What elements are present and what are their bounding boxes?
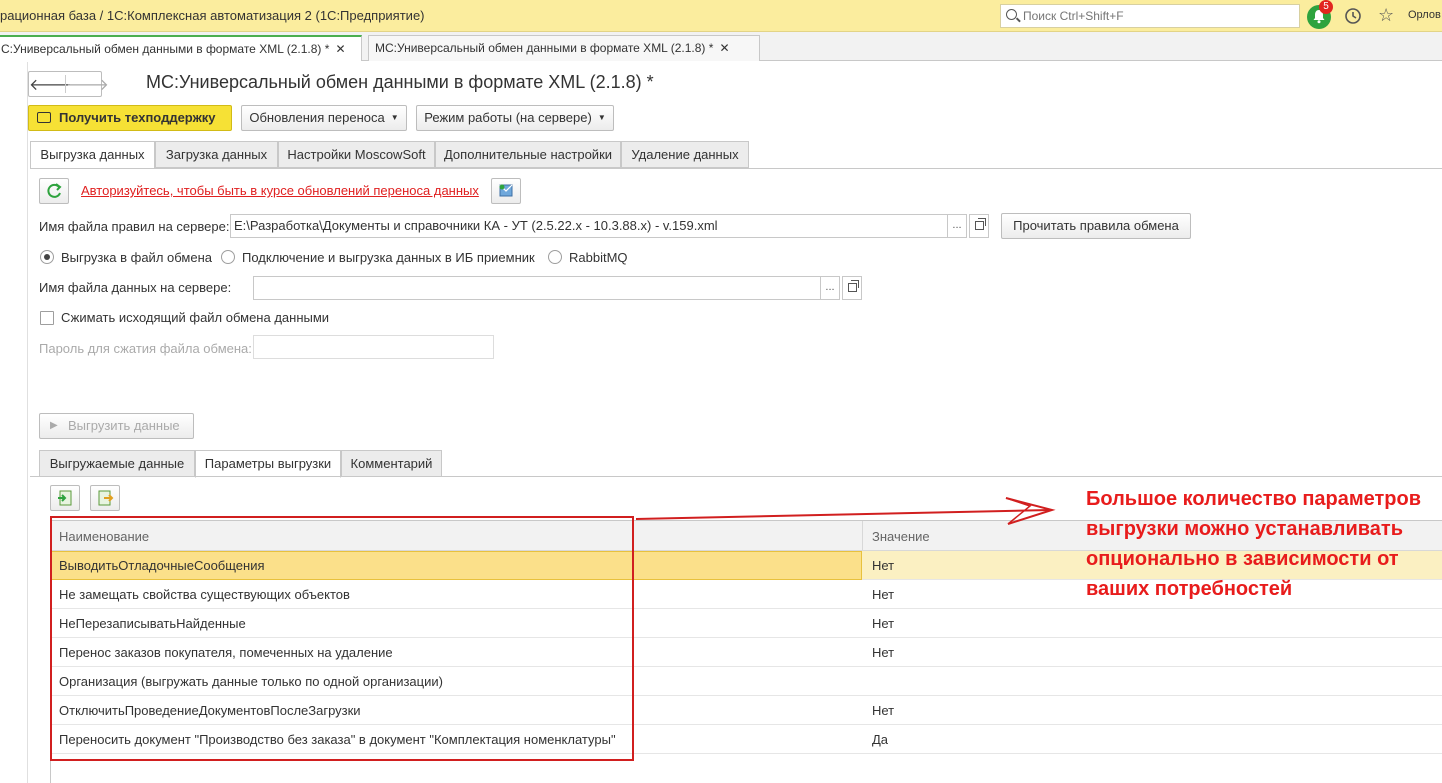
tabs-underline: [30, 168, 1442, 169]
import-icon: [58, 490, 72, 506]
row-name: ОтключитьПроведениеДокументовПослеЗагруз…: [59, 703, 361, 718]
column-header-value[interactable]: Значение: [872, 529, 930, 544]
table-row[interactable]: Перенос заказов покупателя, помеченных н…: [51, 638, 1442, 667]
tab-exported-data[interactable]: Выгружаемые данные: [39, 450, 195, 477]
read-rules-button[interactable]: Прочитать правила обмена: [1001, 213, 1191, 239]
play-icon: ▶: [50, 420, 58, 431]
tab-import[interactable]: Загрузка данных: [155, 141, 278, 168]
tab-export-params[interactable]: Параметры выгрузки: [195, 450, 341, 478]
radio-rabbitmq-label: RabbitMQ: [569, 250, 628, 265]
data-file-open-button[interactable]: [842, 276, 862, 300]
row-value: Нет: [872, 645, 895, 660]
get-support-label: Получить техподдержку: [59, 110, 216, 125]
export-icon: [98, 490, 114, 506]
tab-export[interactable]: Выгрузка данных: [30, 141, 155, 169]
open-icon: [847, 280, 859, 292]
window-tab-second[interactable]: МС:Универсальный обмен данными в формате…: [368, 35, 760, 61]
annotation-line: выгрузки можно устанавливать: [1086, 518, 1403, 540]
left-divider: [27, 62, 28, 783]
open-icon: [974, 218, 986, 230]
tab-comment[interactable]: Комментарий: [341, 450, 442, 477]
notifications-button[interactable]: 5: [1307, 0, 1333, 29]
row-value: Нет: [872, 616, 895, 631]
window-tab-label: МС:Универсальный обмен данными в формате…: [375, 41, 714, 55]
radio-export-to-file-label: Выгрузка в файл обмена: [61, 250, 212, 265]
table-row[interactable]: Переносить документ "Производство без за…: [51, 725, 1442, 754]
inner-tabs-underline: [30, 476, 1442, 477]
transfer-updates-button[interactable]: Обновления переноса ▼: [241, 105, 407, 131]
app-title: рационная база / 1С:Комплексная автомати…: [0, 8, 425, 23]
user-mail-icon: [499, 184, 513, 197]
dropdown-caret-icon: ▼: [597, 113, 606, 122]
row-value: Нет: [872, 703, 895, 718]
radio-export-to-file[interactable]: [40, 250, 54, 264]
rules-file-open-button[interactable]: [969, 214, 989, 238]
work-mode-button[interactable]: Режим работы (на сервере) ▼: [416, 105, 614, 131]
export-data-button[interactable]: ▶ Выгрузить данные: [39, 413, 194, 439]
row-value: Нет: [872, 587, 895, 602]
refresh-button[interactable]: [39, 178, 69, 204]
data-file-label: Имя файла данных на сервере:: [39, 280, 232, 295]
search-icon: [1006, 9, 1017, 20]
window-tab-active[interactable]: С:Универсальный обмен данными в формате …: [0, 35, 362, 61]
annotation-line: опционально в зависимости от: [1086, 548, 1399, 570]
favorites-star-icon[interactable]: ☆: [1378, 6, 1394, 24]
rules-file-select-button[interactable]: ...: [947, 214, 967, 238]
row-name: Переносить документ "Производство без за…: [59, 732, 616, 747]
tab-delete-data[interactable]: Удаление данных: [621, 141, 749, 168]
get-support-button[interactable]: Получить техподдержку: [28, 105, 232, 131]
annotation-text: Большое количество параметров выгрузки м…: [1086, 484, 1442, 604]
global-search[interactable]: [1000, 4, 1300, 28]
work-mode-label: Режим работы (на сервере): [424, 110, 592, 125]
row-name: Организация (выгружать данные только по …: [59, 674, 443, 689]
nav-buttons: 🡐 🡒: [28, 71, 109, 97]
radio-rabbitmq[interactable]: [548, 250, 562, 264]
password-input[interactable]: [253, 335, 494, 359]
compress-checkbox[interactable]: [40, 311, 54, 325]
column-header-name[interactable]: Наименование: [59, 529, 149, 544]
compress-label: Сжимать исходящий файл обмена данными: [61, 310, 330, 325]
row-value: Нет: [872, 558, 895, 573]
history-icon[interactable]: [1344, 7, 1362, 25]
row-name: ВыводитьОтладочныеСообщения: [59, 558, 265, 573]
annotation-line: Большое количество параметров: [1086, 488, 1422, 510]
login-button[interactable]: [491, 178, 521, 204]
data-file-input[interactable]: [253, 276, 821, 300]
notifications-badge: 5: [1319, 0, 1333, 14]
table-row[interactable]: Организация (выгружать данные только по …: [51, 667, 1442, 696]
table-row[interactable]: НеПерезаписыватьНайденные Нет: [51, 609, 1442, 638]
user-name[interactable]: Орлов: [1408, 9, 1441, 21]
authorize-link[interactable]: Авторизуйтесь, чтобы быть в курсе обновл…: [81, 183, 479, 198]
title-bar: рационная база / 1С:Комплексная автомати…: [0, 0, 1442, 32]
rules-file-label: Имя файла правил на сервере:: [39, 219, 230, 234]
close-icon[interactable]: ✕: [335, 37, 345, 61]
radio-connect-export[interactable]: [221, 250, 235, 264]
back-arrow-icon[interactable]: 🡐: [29, 74, 72, 95]
tab-additional-settings[interactable]: Дополнительные настройки: [435, 141, 621, 168]
search-input[interactable]: [1023, 7, 1293, 25]
form-title: МС:Универсальный обмен данными в формате…: [146, 72, 654, 92]
speech-bubble-icon: [37, 112, 51, 123]
window-tabs: С:Универсальный обмен данными в формате …: [0, 32, 1442, 61]
row-name: НеПерезаписыватьНайденные: [59, 616, 246, 631]
radio-connect-export-label: Подключение и выгрузка данных в ИБ прием…: [242, 250, 535, 265]
table-row[interactable]: ОтключитьПроведениеДокументовПослеЗагруз…: [51, 696, 1442, 725]
rules-file-input[interactable]: E:\Разработка\Документы и справочники КА…: [230, 214, 948, 238]
export-data-label: Выгрузить данные: [68, 418, 180, 433]
password-label: Пароль для сжатия файла обмена:: [39, 341, 252, 356]
row-name: Перенос заказов покупателя, помеченных н…: [59, 645, 393, 660]
tab-moscowsoft-settings[interactable]: Настройки MoscowSoft: [278, 141, 435, 168]
save-params-button[interactable]: [90, 485, 120, 511]
load-params-button[interactable]: [50, 485, 80, 511]
row-value: Да: [872, 732, 889, 747]
row-name: Не замещать свойства существующих объект…: [59, 587, 350, 602]
annotation-line: ваших потребностей: [1086, 578, 1293, 600]
dropdown-caret-icon: ▼: [390, 113, 399, 122]
window-tab-label: С:Универсальный обмен данными в формате …: [1, 42, 330, 56]
data-file-select-button[interactable]: ...: [820, 276, 840, 300]
refresh-icon: [47, 183, 62, 198]
close-icon[interactable]: ✕: [719, 36, 729, 60]
forward-arrow-icon[interactable]: 🡒: [66, 74, 109, 95]
transfer-updates-label: Обновления переноса: [249, 110, 385, 125]
